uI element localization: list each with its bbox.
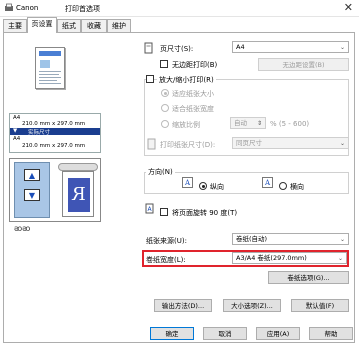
tab-page-setup[interactable]: 页设置: [27, 17, 57, 33]
roll-paper-icon: [58, 163, 98, 171]
preview-image: [40, 60, 50, 68]
glasses-icon: ᴔᴔ: [14, 224, 31, 233]
page-preview: [35, 47, 65, 89]
print-size-select[interactable]: 同页尺寸 ⌄: [232, 137, 349, 149]
info-line: A4: [13, 115, 21, 121]
page-size-icon: [144, 42, 153, 54]
help-button[interactable]: 帮助: [309, 327, 353, 340]
info-line: 210.0 mm x 297.0 mm: [22, 143, 86, 149]
fit-width-label: 适合纸张宽度: [172, 105, 214, 113]
info-line: 实际尺寸: [28, 130, 51, 136]
chevron-down-icon: ⌄: [339, 236, 345, 243]
tab-maintenance[interactable]: 维护: [107, 19, 131, 33]
print-size-label: 打印纸张尺寸(D):: [160, 141, 216, 149]
fit-width-radio[interactable]: [161, 104, 169, 112]
ratio-input[interactable]: 自动 ⇕: [230, 117, 266, 129]
printer-icon: [5, 3, 13, 11]
preview-line: [39, 80, 57, 81]
tab-paper[interactable]: 纸式: [57, 19, 81, 33]
paper-tray-graphic: ▲ ▼: [14, 162, 50, 218]
ratio-range-label: % (5 - 600): [270, 120, 310, 128]
page-letter-icon: R: [68, 178, 90, 212]
close-icon[interactable]: ✕: [344, 1, 353, 14]
page-size-label: 页尺寸(S):: [160, 45, 194, 53]
app-brand: Canon: [16, 4, 39, 12]
portrait-label: 纵向: [210, 183, 224, 191]
roll-options-button[interactable]: 卷纸选项(G)...: [268, 271, 349, 284]
highlight-frame: [142, 250, 349, 267]
down-arrow-icon: ▼: [24, 189, 40, 201]
borderless-checkbox[interactable]: [160, 60, 168, 68]
info-line: A4: [13, 136, 21, 142]
tab-favorites[interactable]: 收藏: [81, 19, 107, 33]
info-selected-row: ▼ 实际尺寸: [10, 128, 100, 136]
ratio-label: 缩放比例: [172, 121, 200, 129]
paper-source-select[interactable]: 卷纸(自动) ⌄: [232, 233, 349, 245]
chevron-down-icon: ⌄: [339, 44, 345, 51]
rotate-checkbox[interactable]: [160, 208, 168, 216]
down-arrow-icon: ▼: [13, 128, 18, 134]
borderless-label: 无边距打印(B): [172, 61, 218, 69]
fit-page-label: 适应纸张大小: [172, 90, 214, 98]
ratio-value: 自动: [234, 119, 247, 127]
print-size-icon: [147, 138, 156, 150]
ratio-radio[interactable]: [161, 120, 169, 128]
size-options-button[interactable]: 大小选项(Z)...: [223, 299, 281, 312]
orientation-group: [144, 172, 349, 194]
up-arrow-icon: ▲: [24, 169, 40, 181]
borderless-settings-button[interactable]: 无边距设置(B): [258, 58, 349, 71]
defaults-button[interactable]: 默认值(F): [291, 299, 349, 312]
landscape-radio[interactable]: [279, 182, 287, 190]
portrait-icon: A: [182, 177, 193, 188]
preview-line: [39, 71, 61, 72]
preview-line: [39, 83, 61, 84]
print-size-value: 同页尺寸: [236, 139, 262, 147]
window-title: 打印首选项: [65, 5, 100, 13]
info-line: 210.0 mm x 297.0 mm: [22, 121, 86, 127]
preview-header-bar: [39, 51, 61, 56]
tab-main[interactable]: 主要: [3, 19, 27, 33]
rotate-page-icon: A: [145, 203, 154, 214]
output-method-button[interactable]: 输出方法(D)...: [154, 299, 212, 312]
title-bar: Canon 打印首选项 ✕: [0, 0, 359, 17]
preview-line: [39, 77, 61, 78]
orientation-label: 方向(N): [146, 167, 175, 177]
printed-page-graphic: R: [62, 171, 94, 217]
scale-label: 放大/缩小打印(R): [157, 75, 216, 85]
apply-button[interactable]: 应用(A): [256, 327, 300, 340]
portrait-radio[interactable]: [199, 182, 207, 190]
output-preview: ▲ ▼ R: [9, 158, 101, 222]
paper-source-label: 纸张来源(U):: [146, 237, 187, 245]
page-size-value: A4: [236, 43, 245, 51]
size-info-box: A4 210.0 mm x 297.0 mm ▼ 实际尺寸 A4 210.0 m…: [9, 113, 101, 153]
rotate-label: 将页面旋转 90 度(T): [172, 209, 238, 217]
page-size-select[interactable]: A4 ⌄: [232, 41, 349, 53]
landscape-icon: A: [262, 177, 273, 188]
landscape-label: 横向: [290, 183, 304, 191]
chevron-down-icon: ⌄: [339, 140, 345, 147]
paper-source-value: 卷纸(自动): [236, 235, 268, 243]
ok-button[interactable]: 确定: [150, 327, 194, 340]
fit-page-radio[interactable]: [161, 89, 169, 97]
spinner-icon: ⇕: [256, 120, 262, 127]
cancel-button[interactable]: 取消: [203, 327, 247, 340]
preview-line: [39, 74, 59, 75]
scale-checkbox[interactable]: [146, 75, 154, 83]
